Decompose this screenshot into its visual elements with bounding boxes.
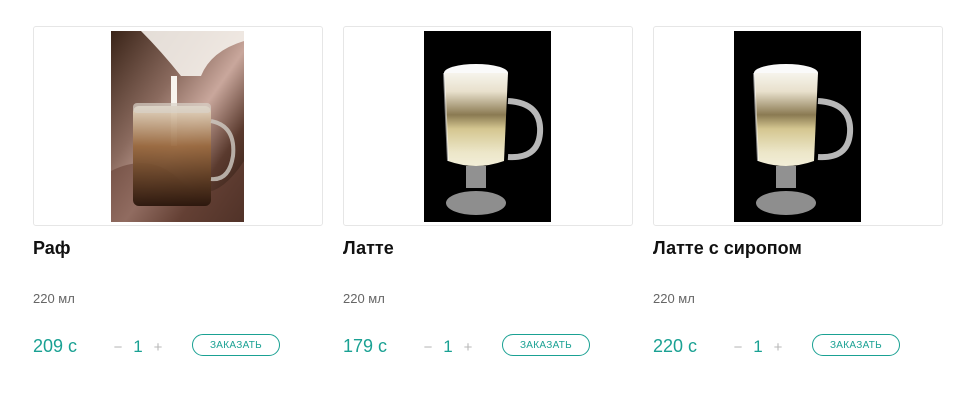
increase-quantity-button[interactable]: + — [151, 339, 165, 356]
order-button[interactable]: ЗАКАЗАТЬ — [502, 334, 590, 356]
product-title[interactable]: Раф — [33, 238, 71, 259]
product-title[interactable]: Латте — [343, 238, 394, 259]
product-image-frame[interactable] — [33, 26, 323, 226]
quantity-value: 1 — [753, 337, 763, 356]
quantity-stepper: − 1 + — [731, 337, 785, 357]
product-photo — [734, 31, 861, 222]
product-card-raf: Раф 220 мл 209 с − 1 + ЗАКАЗАТЬ — [33, 26, 323, 356]
product-grid: Раф 220 мл 209 с − 1 + ЗАКАЗАТЬ Латте 22… — [0, 0, 954, 402]
product-title[interactable]: Латте с сиропом — [653, 238, 802, 259]
product-photo — [424, 31, 551, 222]
quantity-value: 1 — [443, 337, 453, 356]
product-volume: 220 мл — [653, 291, 695, 306]
product-price: 220 с — [653, 336, 698, 356]
product-card-latte: Латте 220 мл 179 с − 1 + ЗАКАЗАТЬ — [343, 26, 633, 356]
increase-quantity-button[interactable]: + — [461, 339, 475, 356]
product-image-frame[interactable] — [343, 26, 633, 226]
decrease-quantity-button[interactable]: − — [421, 339, 435, 356]
product-volume: 220 мл — [343, 291, 385, 306]
quantity-value: 1 — [133, 337, 143, 356]
quantity-stepper: − 1 + — [111, 337, 165, 357]
product-card-latte-syrup: Латте с сиропом 220 мл 220 с − 1 + ЗАКАЗ… — [653, 26, 943, 356]
product-price: 179 с — [343, 336, 388, 356]
order-button[interactable]: ЗАКАЗАТЬ — [812, 334, 900, 356]
product-photo — [111, 31, 244, 222]
increase-quantity-button[interactable]: + — [771, 339, 785, 356]
product-image-frame[interactable] — [653, 26, 943, 226]
decrease-quantity-button[interactable]: − — [111, 339, 125, 356]
product-volume: 220 мл — [33, 291, 75, 306]
decrease-quantity-button[interactable]: − — [731, 339, 745, 356]
quantity-stepper: − 1 + — [421, 337, 475, 357]
order-button[interactable]: ЗАКАЗАТЬ — [192, 334, 280, 356]
product-price: 209 с — [33, 336, 78, 356]
